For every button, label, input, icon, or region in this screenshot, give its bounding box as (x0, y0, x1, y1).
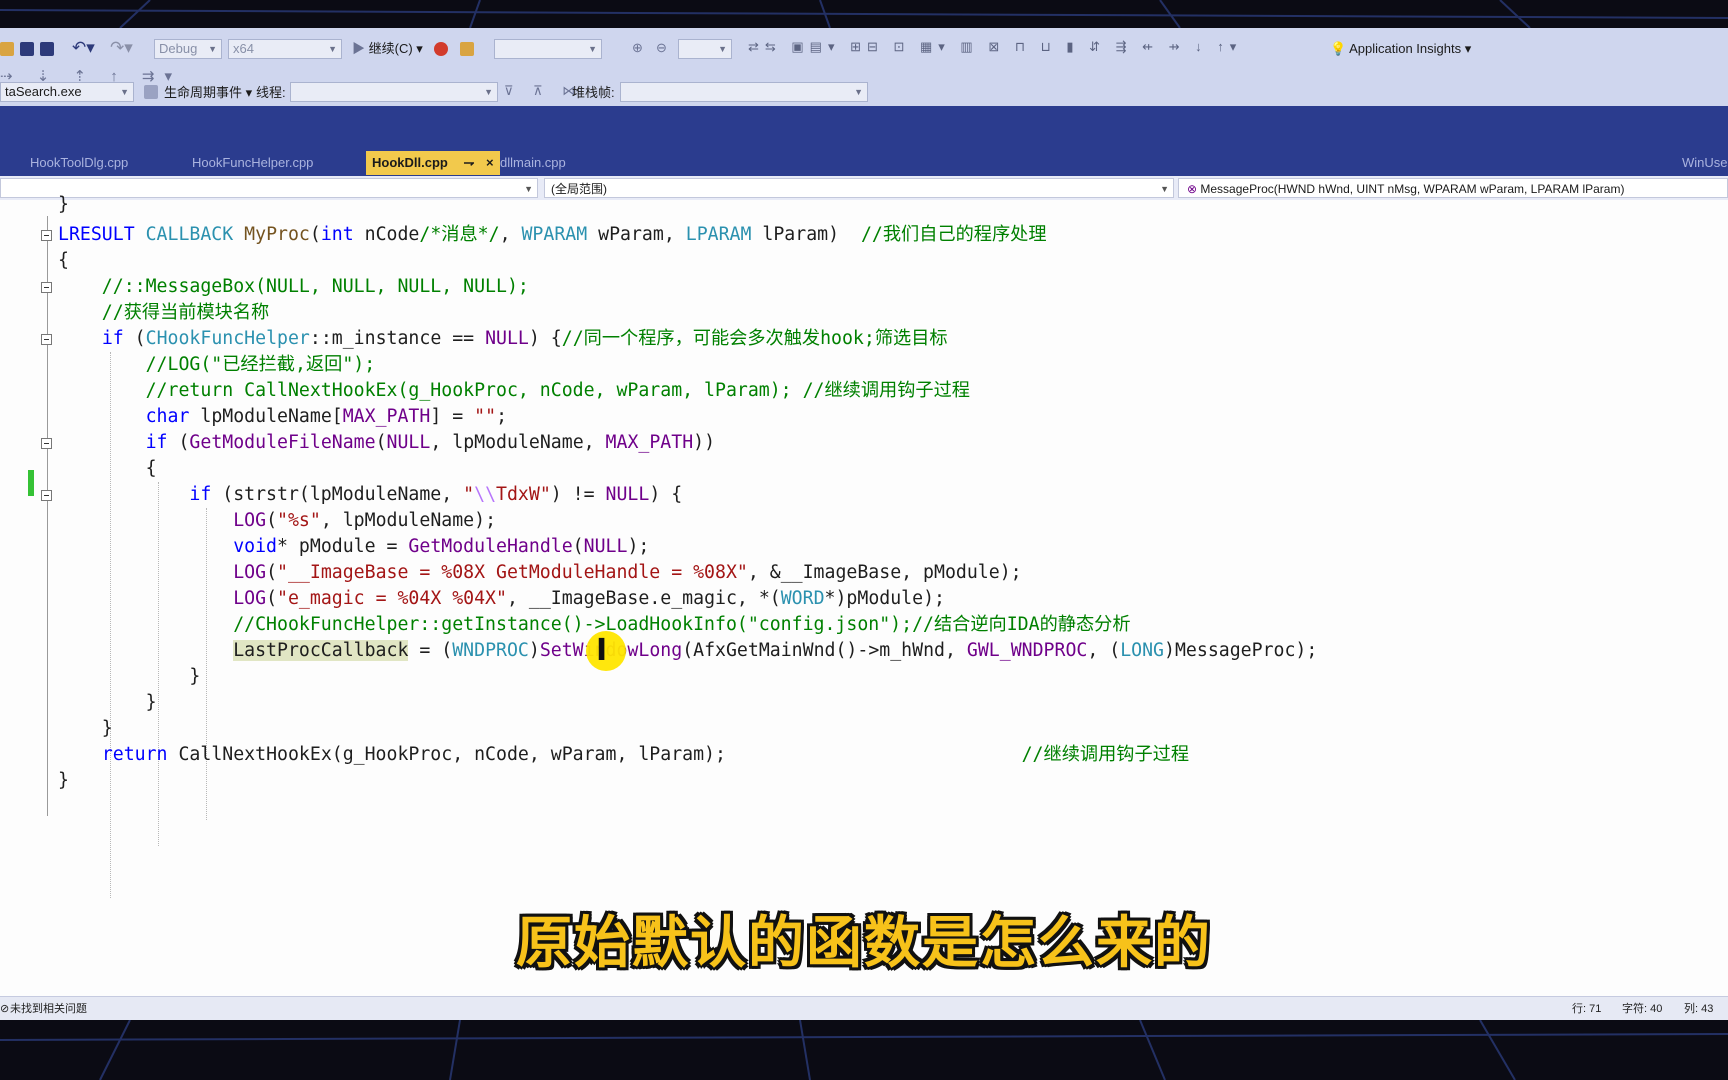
tabs-overflow-label: WinUse (1682, 155, 1728, 170)
pin-icon[interactable]: ⇁ (463, 155, 474, 170)
code-line: } (58, 692, 157, 713)
code-line: } (58, 194, 69, 215)
code-line: if (strstr(lpModuleName, "\\TdxW") != NU… (189, 484, 683, 505)
debug-location-toolbar: ⇢ ⇣ ⇡ ↑ ⇉▾ taSearch.exe ▼ 生命周期事件 ▾ 线程: ▼ … (0, 68, 1728, 106)
zoom-out-icon[interactable]: ⊖ (656, 39, 667, 57)
fold-toggle[interactable] (41, 282, 52, 293)
status-bar: ⊘ 未找到相关问题 行: 71 字符: 40 列: 43 (0, 996, 1728, 1020)
tab-hookdll[interactable]: HookDll.cpp ⇁ × (366, 151, 500, 175)
title-band (0, 106, 1728, 148)
tab-hooktooldlg[interactable]: HookToolDlg.cpp (24, 151, 134, 175)
save-icon[interactable] (20, 42, 34, 56)
standard-toolbar: ↶▾ ↷▾ Debug ▼ x64 ▼ ▶ 继续(C) ▾ ▼ ⊕ ⊖ ▼ ⇄⇆ ▣… (0, 28, 1728, 71)
method-icon: ⊗ (1187, 182, 1201, 196)
close-tab-icon[interactable]: × (486, 155, 494, 170)
stack-frame-label: 堆栈帧: (572, 85, 615, 100)
code-line: LOG("e_magic = %04X %04X", __ImageBase.e… (233, 588, 945, 609)
code-line: //LOG("已经拦截,返回"); (58, 354, 376, 375)
solution-platform-combo[interactable]: x64 ▼ (228, 39, 342, 59)
lightbulb-icon: 💡 (1330, 41, 1347, 56)
function-dropdown[interactable]: ⊗ MessageProc(HWND hWnd, UINT nMsg, WPAR… (1178, 178, 1728, 198)
project-dropdown[interactable]: ▼ (0, 178, 538, 198)
code-editor[interactable]: } LRESULT CALLBACK MyProc(int nCode/*消息*… (0, 194, 1728, 996)
play-icon: ▶ (352, 41, 369, 56)
code-line: void* pModule = GetModuleHandle(NULL); (233, 536, 650, 557)
tab-hookfunchelper[interactable]: HookFuncHelper.cpp (186, 151, 319, 175)
line-number: 行: 71 (1572, 1003, 1602, 1015)
code-line: LOG("%s", lpModuleName); (233, 510, 497, 531)
fold-toggle[interactable] (41, 490, 52, 501)
code-line: LOG("__ImageBase = %08X GetModuleHandle … (233, 562, 1022, 583)
fold-toggle[interactable] (41, 334, 52, 345)
code-navigation-bar: ▼ (全局范围) ▼ ⊗ MessageProc(HWND hWnd, UINT … (0, 176, 1728, 201)
continue-button[interactable]: ▶ 继续(C) ▾ (352, 40, 423, 58)
text-cursor-icon: I (596, 633, 608, 668)
code-line: } (58, 666, 201, 687)
code-line: } (58, 718, 113, 739)
code-line: LRESULT CALLBACK MyProc(int nCode/*消息*/,… (58, 224, 1047, 245)
column-number: 列: 43 (1684, 1003, 1714, 1015)
zoom-level-combo[interactable]: ▼ (678, 39, 732, 59)
char-number: 字符: 40 (1622, 1003, 1663, 1015)
thread-label: 线程: (256, 85, 286, 100)
code-line: { (58, 250, 69, 271)
app-insights-button[interactable]: 💡 Application Insights ▾ (1330, 40, 1471, 58)
hot-reload-icon[interactable] (434, 42, 448, 56)
code-line: //::MessageBox(NULL, NULL, NULL, NULL); (58, 276, 529, 297)
video-subtitle: 原始默认的函数是怎么来的 (516, 911, 1212, 976)
lifecycle-events-button[interactable]: 生命周期事件 ▾ (164, 84, 252, 102)
code-line: //获得当前模块名称 (58, 302, 270, 323)
issues-icon: ⊘ (0, 1003, 10, 1015)
zoom-in-icon[interactable]: ⊕ (632, 39, 643, 57)
solution-configuration-combo[interactable]: Debug ▼ (154, 39, 222, 59)
fold-toggle[interactable] (41, 438, 52, 449)
undo-icon[interactable]: ↶▾ (72, 39, 95, 57)
open-folder-icon[interactable] (0, 42, 14, 56)
tab-dllmain[interactable]: dllmain.cpp (494, 151, 572, 175)
fold-toggle[interactable] (41, 230, 52, 241)
code-line: //return CallNextHookEx(g_HookProc, nCod… (58, 380, 970, 401)
code-line: char lpModuleName[MAX_PATH] = ""; (145, 406, 508, 427)
code-line: if (GetModuleFileName(NULL, lpModuleName… (145, 432, 716, 453)
code-line: { (58, 458, 157, 479)
code-line: return CallNextHookEx(g_HookProc, nCode,… (101, 744, 1190, 765)
code-line: LastProcCallback = (WNDPROC)SetWindowLon… (233, 640, 1318, 661)
code-line: } (58, 770, 69, 791)
issues-status[interactable]: 未找到相关问题 (10, 1001, 87, 1017)
save-all-icon[interactable] (40, 42, 54, 56)
toolbar-icons-group[interactable]: ⇄⇆ ▣▤▾ ⊞⊟ ⊡ ▦▾ ▥ ⊠ ⊓ ⊔ ▮ ⇵ ⇶ ⇷ ⇸ ↓ ↑▾ (748, 38, 1242, 56)
visual-studio-window: ↶▾ ↷▾ Debug ▼ x64 ▼ ▶ 继续(C) ▾ ▼ ⊕ ⊖ ▼ ⇄⇆ ▣… (0, 28, 1728, 1020)
process-combo[interactable]: taSearch.exe ▼ (0, 82, 134, 102)
thread-combo[interactable]: ▼ (290, 82, 498, 102)
search-target-combo[interactable]: ▼ (494, 39, 602, 59)
outline-line (47, 216, 48, 816)
lifecycle-icon (144, 85, 158, 99)
code-line: if (CHookFuncHelper::m_instance == NULL)… (101, 328, 948, 349)
redo-icon[interactable]: ↷▾ (110, 39, 133, 57)
scope-dropdown[interactable]: (全局范围) ▼ (544, 178, 1174, 198)
change-marker (28, 470, 34, 496)
stack-frame-combo[interactable]: ▼ (620, 82, 868, 102)
document-tabs: HookToolDlg.cpp HookFuncHelper.cpp HookD… (0, 148, 1728, 176)
screenshot-icon[interactable] (460, 42, 474, 56)
